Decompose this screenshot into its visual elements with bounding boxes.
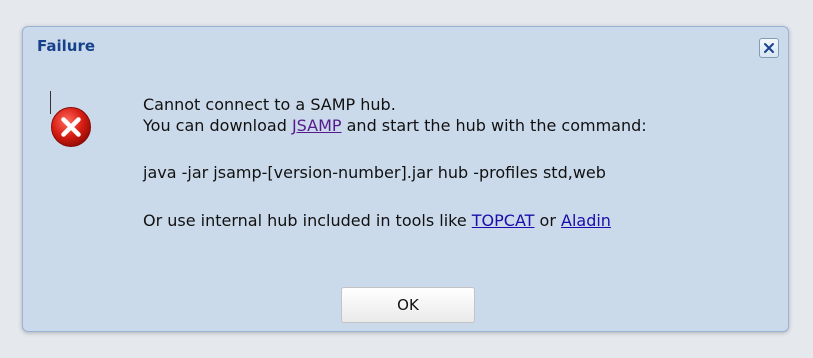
topcat-link[interactable]: TOPCAT [472, 211, 535, 230]
message-line-2: You can download JSAMP and start the hub… [143, 116, 647, 135]
command-text: java -jar jsamp-[version-number].jar hub… [143, 163, 606, 182]
message-line-2-suffix: and start the hub with the command: [341, 116, 647, 135]
message-line-4-prefix: Or use internal hub included in tools li… [143, 211, 472, 230]
message-line-1: Cannot connect to a SAMP hub. [143, 95, 396, 114]
message-line-2-prefix: You can download [143, 116, 292, 135]
message-line-4-or: or [534, 211, 561, 230]
dialog-title: Failure [37, 37, 96, 55]
failure-dialog: Failure Cannot connect to a SAMP hub. Yo… [22, 26, 789, 332]
aladin-link[interactable]: Aladin [561, 211, 611, 230]
message-line-4: Or use internal hub included in tools li… [143, 211, 611, 230]
close-button[interactable] [759, 38, 779, 58]
error-icon [51, 107, 91, 147]
close-icon [764, 43, 774, 53]
ok-button[interactable]: OK [341, 287, 475, 323]
jsamp-link[interactable]: JSAMP [292, 116, 342, 135]
